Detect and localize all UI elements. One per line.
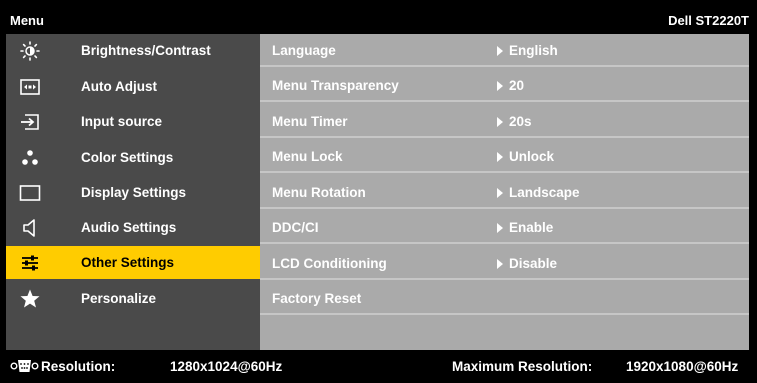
setting-value: Disable — [497, 256, 557, 271]
sidebar-item-label: Brightness/Contrast — [81, 43, 211, 58]
setting-row-menu-rotation[interactable]: Menu Rotation Landscape — [260, 176, 749, 209]
setting-value-text: 20s — [509, 114, 532, 129]
sidebar-item-label: Auto Adjust — [81, 79, 157, 94]
setting-row-lcd-conditioning[interactable]: LCD Conditioning Disable — [260, 247, 749, 280]
input-source-icon — [19, 111, 41, 133]
setting-value-text: Enable — [509, 220, 554, 235]
brightness-icon — [19, 40, 41, 62]
sidebar-item-label: Other Settings — [81, 255, 175, 270]
speaker-icon — [19, 217, 41, 239]
setting-value-text: 20 — [509, 78, 525, 93]
setting-name: Factory Reset — [272, 291, 362, 306]
monitor-model: Dell ST2220T — [668, 13, 749, 28]
status-bar: Resolution: 1280x1024@60Hz Maximum Resol… — [6, 350, 749, 383]
other-settings-icon — [19, 252, 41, 274]
setting-row-menu-lock[interactable]: Menu Lock Unlock — [260, 140, 749, 173]
arrow-right-icon — [497, 188, 503, 198]
setting-name: LCD Conditioning — [272, 256, 387, 271]
sidebar-item-other-settings[interactable]: Other Settings — [6, 246, 260, 279]
setting-row-menu-timer[interactable]: Menu Timer 20s — [260, 105, 749, 138]
sidebar-item-audio-settings[interactable]: Audio Settings — [6, 211, 260, 244]
auto-adjust-icon — [19, 76, 41, 98]
resolution-label: Resolution: — [41, 359, 116, 374]
setting-name: Menu Timer — [272, 114, 348, 129]
sidebar-item-color-settings[interactable]: Color Settings — [6, 141, 260, 174]
sidebar-item-label: Personalize — [81, 291, 157, 306]
arrow-right-icon — [497, 81, 503, 91]
arrow-right-icon — [497, 117, 503, 127]
sidebar-item-display-settings[interactable]: Display Settings — [6, 176, 260, 209]
setting-name: Language — [272, 43, 336, 58]
setting-value-text: Disable — [509, 256, 558, 271]
star-icon — [19, 288, 41, 310]
setting-row-menu-transparency[interactable]: Menu Transparency 20 — [260, 69, 749, 102]
max-resolution-label: Maximum Resolution: — [452, 359, 593, 374]
setting-value: English — [497, 43, 558, 58]
arrow-right-icon — [497, 152, 503, 162]
vga-connector-icon — [10, 358, 39, 377]
display-settings-icon — [19, 182, 41, 204]
sidebar-item-label: Input source — [81, 114, 163, 129]
sidebar-item-personalize[interactable]: Personalize — [6, 282, 260, 315]
sidebar: Brightness/Contrast Auto Adjust Input so… — [6, 34, 260, 350]
sidebar-item-auto-adjust[interactable]: Auto Adjust — [6, 70, 260, 103]
settings-panel: Language English Menu Transparency 20 Me… — [260, 34, 749, 350]
color-settings-icon — [19, 147, 41, 169]
setting-name: Menu Rotation — [272, 185, 366, 200]
sidebar-item-label: Display Settings — [81, 185, 187, 200]
setting-value: Enable — [497, 220, 553, 235]
sidebar-item-label: Color Settings — [81, 150, 174, 165]
sidebar-item-brightness-contrast[interactable]: Brightness/Contrast — [6, 34, 260, 67]
menu-title: Menu — [10, 13, 44, 28]
setting-row-ddc-ci[interactable]: DDC/CI Enable — [260, 211, 749, 244]
setting-value: 20s — [497, 114, 532, 129]
setting-value: Unlock — [497, 149, 554, 164]
max-resolution-value: 1920x1080@60Hz — [626, 359, 739, 374]
setting-value: 20 — [497, 78, 524, 93]
setting-name: DDC/CI — [272, 220, 319, 235]
osd-header: Menu Dell ST2220T — [6, 6, 749, 34]
setting-value-text: Landscape — [509, 185, 580, 200]
arrow-right-icon — [497, 259, 503, 269]
sidebar-item-label: Audio Settings — [81, 220, 177, 235]
arrow-right-icon — [497, 223, 503, 233]
sidebar-item-input-source[interactable]: Input source — [6, 105, 260, 138]
osd-menu: Menu Dell ST2220T Brightness/Contrast Au… — [0, 0, 757, 383]
setting-name: Menu Transparency — [272, 78, 399, 93]
setting-value-text: English — [509, 43, 558, 58]
setting-row-language[interactable]: Language English — [260, 34, 749, 67]
arrow-right-icon — [497, 46, 503, 56]
setting-value-text: Unlock — [509, 149, 555, 164]
setting-value: Landscape — [497, 185, 580, 200]
setting-name: Menu Lock — [272, 149, 343, 164]
resolution-value: 1280x1024@60Hz — [170, 359, 283, 374]
setting-row-factory-reset[interactable]: Factory Reset — [260, 282, 749, 315]
